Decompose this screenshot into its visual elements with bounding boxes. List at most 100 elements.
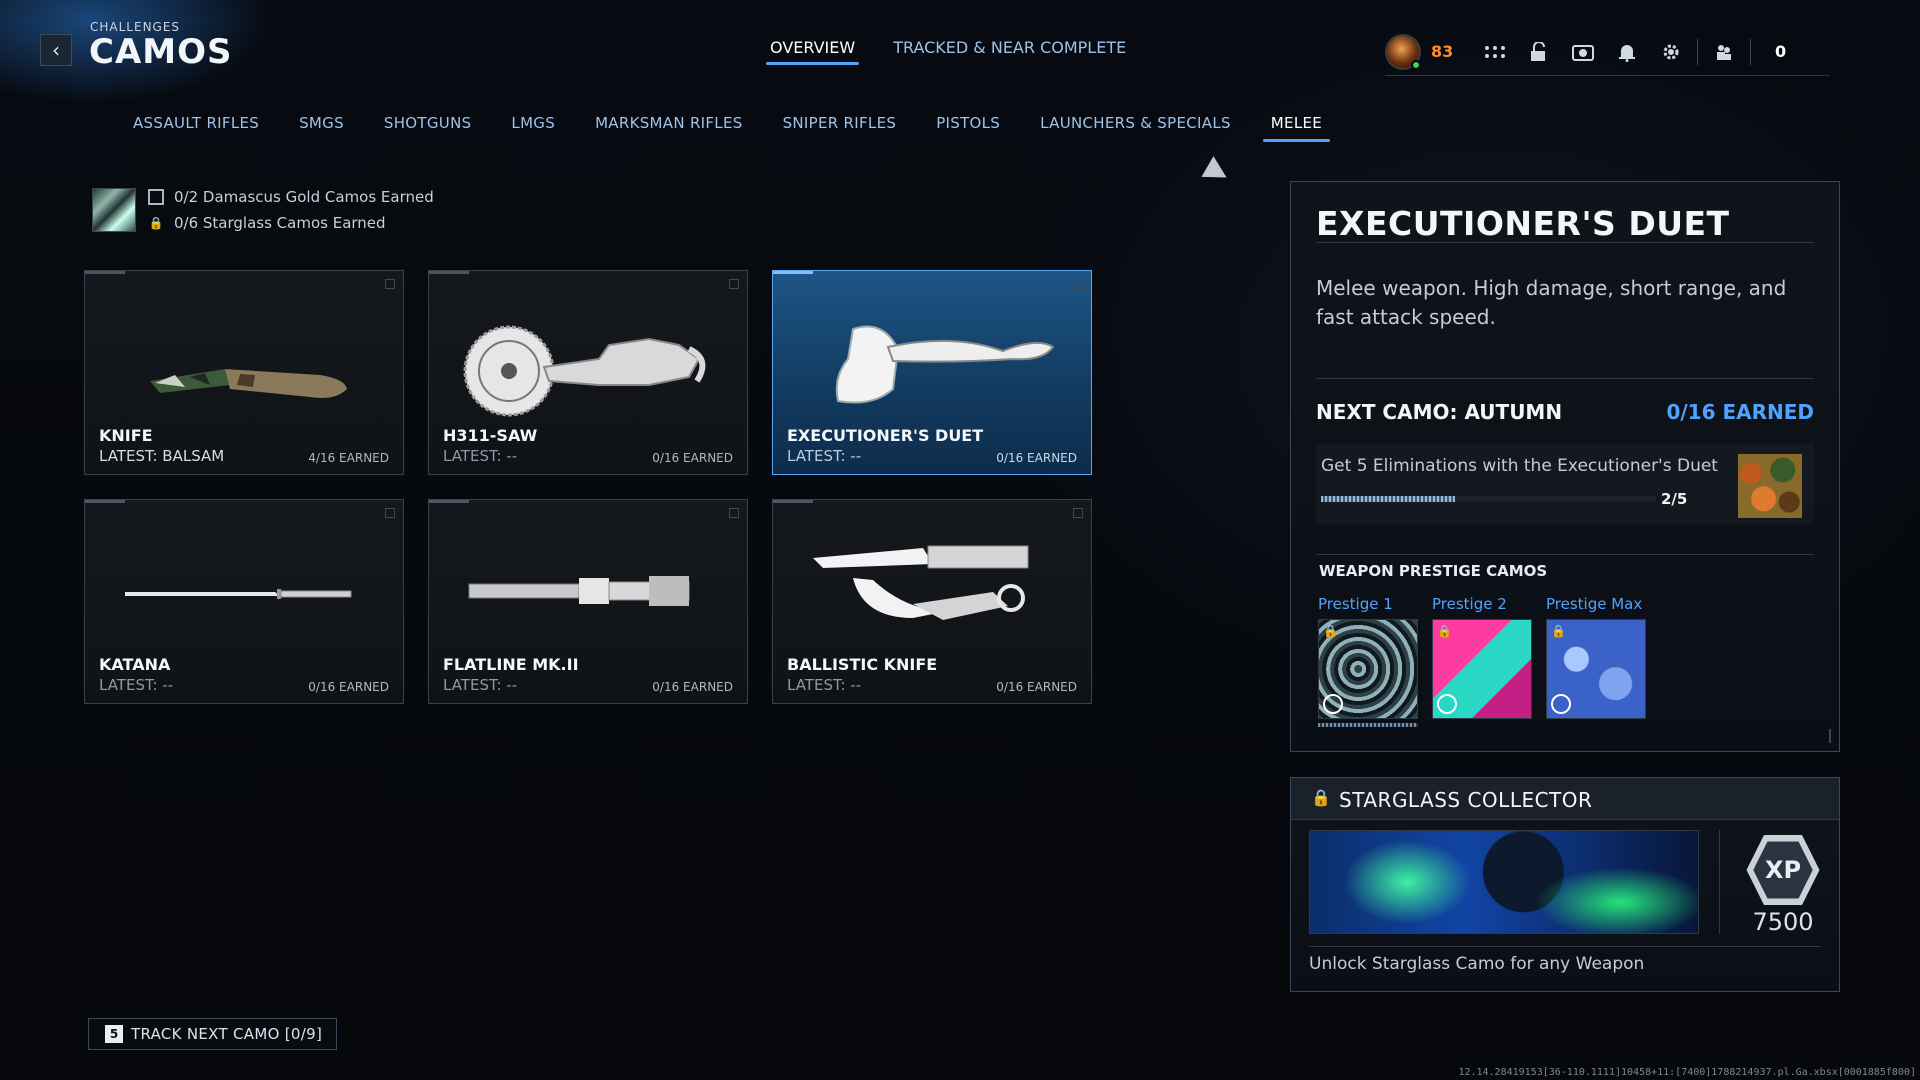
divider	[1316, 554, 1814, 555]
starglass-collector-panel[interactable]: 🔒 STARGLASS COLLECTOR XP 7500 Unlock Sta…	[1290, 777, 1840, 992]
tab-tracked-near-complete[interactable]: TRACKED & NEAR COMPLETE	[893, 38, 1126, 65]
card-corner	[729, 508, 739, 518]
unlock-icon[interactable]	[1523, 36, 1555, 68]
card-corner	[729, 279, 739, 289]
weapon-name: FLATLINE MK.II	[443, 655, 579, 674]
lock-icon: 🔒	[1551, 624, 1566, 638]
weapon-card-executioners-duet[interactable]: EXECUTIONER'S DUET LATEST: -- 0/16 EARNE…	[772, 270, 1092, 475]
track-label: TRACK NEXT CAMO [0/9]	[131, 1025, 323, 1043]
tab-marksman-rifles[interactable]: MARKSMAN RIFLES	[595, 114, 743, 142]
weapon-latest: LATEST: --	[787, 447, 862, 465]
lock-icon: 🔒	[1311, 788, 1331, 807]
card-corner	[1073, 508, 1083, 518]
weapon-name: BALLISTIC KNIFE	[787, 655, 938, 674]
tab-shotguns[interactable]: SHOTGUNS	[384, 114, 472, 142]
prestige-badge-icon	[1323, 694, 1343, 714]
weapon-card-ballistic-knife[interactable]: BALLISTIC KNIFE LATEST: -- 0/16 EARNED	[772, 499, 1092, 704]
prestige-item: Prestige Max 🔒	[1546, 595, 1646, 727]
online-indicator	[1411, 59, 1421, 70]
weapon-name: EXECUTIONER'S DUET	[787, 426, 984, 445]
xp-label: XP	[1753, 841, 1813, 899]
weapon-latest: LATEST: --	[99, 676, 174, 694]
divider	[1309, 946, 1821, 947]
tab-sniper-rifles[interactable]: SNIPER RIFLES	[783, 114, 897, 142]
mouse-cursor-icon	[1201, 156, 1233, 188]
executioners-duet-image	[835, 325, 1055, 404]
tab-melee[interactable]: MELEE	[1262, 114, 1331, 142]
card-topbar	[85, 271, 125, 274]
tab-smgs[interactable]: SMGS	[299, 114, 344, 142]
challenge-progress-fill	[1321, 496, 1455, 502]
challenge-progress-text: 2/5	[1661, 490, 1688, 508]
card-topbar	[773, 271, 813, 274]
prestige-header: WEAPON PRESTIGE CAMOS	[1319, 562, 1548, 580]
weapon-card-h311-saw[interactable]: H311-SAW LATEST: -- 0/16 EARNED	[428, 270, 748, 475]
xp-amount: 7500	[1752, 908, 1814, 936]
player-level: 83	[1431, 42, 1454, 61]
gear-icon[interactable]	[1655, 36, 1687, 68]
collector-title: STARGLASS COLLECTOR	[1339, 788, 1593, 812]
card-topbar	[429, 271, 469, 274]
prestige-1-camo[interactable]: 🔒	[1318, 619, 1418, 719]
prestige-2-camo[interactable]: 🔒	[1432, 619, 1532, 719]
weapon-card-knife[interactable]: KNIFE LATEST: BALSAM 4/16 EARNED	[84, 270, 404, 475]
tab-launchers-specials[interactable]: LAUNCHERS & SPECIALS	[1040, 114, 1231, 142]
weapon-earned: 0/16 EARNED	[996, 680, 1077, 694]
tab-pistols[interactable]: PISTOLS	[936, 114, 1000, 142]
tab-overview[interactable]: OVERVIEW	[765, 38, 860, 65]
card-corner	[1073, 279, 1083, 289]
weapon-earned: 0/16 EARNED	[996, 451, 1077, 465]
weapon-earned: 0/16 EARNED	[652, 451, 733, 465]
weapon-card-katana[interactable]: KATANA LATEST: -- 0/16 EARNED	[84, 499, 404, 704]
h311-saw-image	[463, 325, 706, 417]
selected-indicator	[1318, 723, 1418, 727]
weapon-earned: 0/16 EARNED	[652, 680, 733, 694]
prestige-label: Prestige 2	[1432, 595, 1507, 613]
ballistic-knife-image	[813, 545, 1029, 620]
party-icon[interactable]	[1708, 36, 1740, 68]
card-topbar	[85, 500, 125, 503]
prestige-label: Prestige Max	[1546, 595, 1643, 613]
camo-challenge[interactable]: Get 5 Eliminations with the Executioner'…	[1316, 444, 1814, 524]
autumn-camo-swatch	[1738, 454, 1802, 518]
weapon-earned: 0/16 EARNED	[308, 680, 389, 694]
prestige-badge-icon	[1437, 694, 1457, 714]
hud-divider	[1697, 38, 1698, 65]
bell-icon[interactable]	[1611, 36, 1643, 68]
tab-lmgs[interactable]: LMGS	[511, 114, 555, 142]
lock-icon: 🔒	[1323, 624, 1338, 638]
track-next-camo-button[interactable]: 5 TRACK NEXT CAMO [0/9]	[88, 1018, 338, 1050]
card-corner	[385, 508, 395, 518]
chevron-left-icon: ‹	[52, 38, 60, 62]
collector-header: 🔒 STARGLASS COLLECTOR	[1291, 778, 1839, 820]
prestige-item: Prestige 1 🔒	[1318, 595, 1418, 727]
challenge-text: Get 5 Eliminations with the Executioner'…	[1321, 456, 1718, 476]
weapon-name: KATANA	[99, 655, 171, 674]
weapon-card-flatline-mk2[interactable]: FLATLINE MK.II LATEST: -- 0/16 EARNED	[428, 499, 748, 704]
build-string: 12.14.28419153[36-110.1111]10458+11:[740…	[1458, 1067, 1916, 1078]
details-title: EXECUTIONER'S DUET	[1316, 204, 1730, 243]
checkbox-icon	[148, 189, 164, 205]
next-camo-earned: 0/16 EARNED	[1666, 400, 1814, 424]
prestige-badge-icon	[1551, 694, 1571, 714]
next-camo-label: NEXT CAMO: AUTUMN	[1316, 400, 1563, 424]
hud-bar: 83 0	[1385, 28, 1830, 76]
damascus-progress: 0/2 Damascus Gold Camos Earned	[174, 188, 434, 206]
party-count: 0	[1775, 42, 1787, 61]
avatar[interactable]	[1385, 33, 1421, 70]
grid-menu-icon[interactable]	[1479, 36, 1511, 68]
key-hint: 5	[105, 1025, 123, 1043]
weapon-latest: LATEST: --	[443, 676, 518, 694]
card-corner	[385, 279, 395, 289]
weapon-name: H311-SAW	[443, 426, 538, 445]
camera-icon[interactable]	[1567, 36, 1599, 68]
weapon-latest: LATEST: BALSAM	[99, 447, 225, 465]
lock-icon: 🔒	[148, 216, 164, 230]
tab-assault-rifles[interactable]: ASSAULT RIFLES	[133, 114, 259, 142]
starglass-progress: 0/6 Starglass Camos Earned	[174, 214, 386, 232]
weapon-name: KNIFE	[99, 426, 153, 445]
prestige-max-camo[interactable]: 🔒	[1546, 619, 1646, 719]
lock-icon: 🔒	[1437, 624, 1452, 638]
page-title: CAMOS	[89, 32, 233, 72]
back-button[interactable]: ‹	[40, 34, 72, 66]
